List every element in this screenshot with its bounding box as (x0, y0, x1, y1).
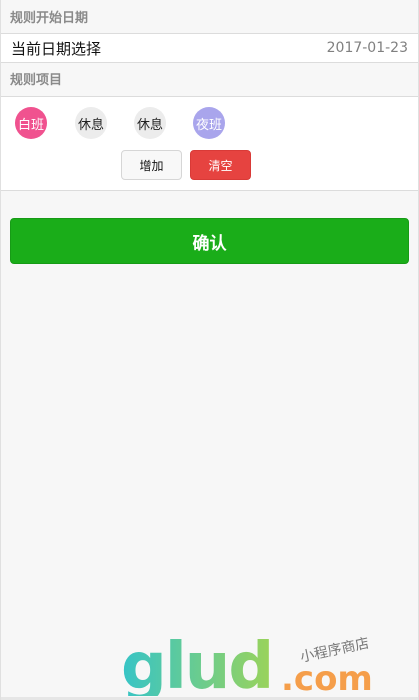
rule-item-rest-1[interactable]: 休息 (75, 107, 107, 139)
add-button[interactable]: 增加 (121, 150, 182, 180)
clear-button[interactable]: 清空 (190, 150, 251, 180)
rule-item-rest-2[interactable]: 休息 (134, 107, 166, 139)
logo-brand-text: glud (121, 630, 272, 696)
date-picker-value: 2017-01-23 (326, 40, 408, 56)
glud-logo-watermark: glud .com 小程序商店 (121, 630, 373, 696)
rule-items-panel: 白班 休息 休息 夜班 增加 清空 (1, 96, 418, 191)
rule-item-day-shift[interactable]: 白班 (15, 107, 47, 139)
confirm-button[interactable]: 确认 (10, 218, 409, 264)
date-picker-cell[interactable]: 当前日期选择 2017-01-23 (1, 33, 418, 63)
logo-suffix-text: .com (281, 659, 373, 696)
rule-item-night-shift[interactable]: 夜班 (193, 107, 225, 139)
start-date-section-title: 规则开始日期 (10, 11, 89, 26)
date-picker-label: 当前日期选择 (11, 39, 102, 58)
rule-items-section-title: 规则项目 (10, 73, 63, 88)
